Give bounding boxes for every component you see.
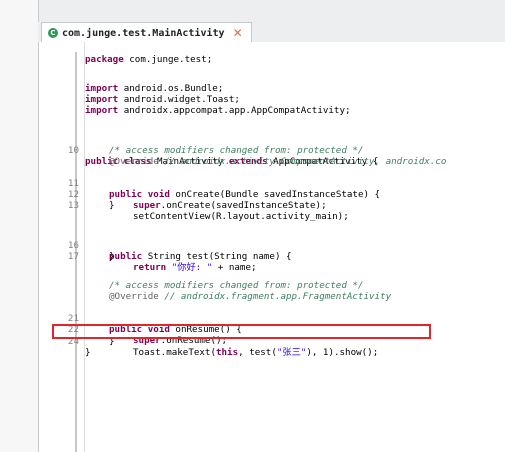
code-line: 16 public String test(String name) { (39, 229, 292, 262)
code-editor[interactable]: package com.junge.test; import android.o… (38, 42, 505, 452)
left-panel-strip (0, 0, 39, 452)
line-number: 13 (67, 200, 79, 211)
code-line: 12 super.onCreate(savedInstanceState); (39, 178, 327, 211)
class-c-icon: C (48, 28, 58, 38)
editor-tab-bar: C com.junge.test.MainActivity ✕ (38, 22, 505, 43)
code-line: 22 super.onResume(); (39, 313, 227, 346)
close-icon[interactable]: ✕ (233, 26, 243, 40)
line-number: 10 (67, 145, 79, 156)
code-line: 13 setContentView(R.layout.activity_main… (39, 189, 349, 222)
highlight-box (52, 324, 431, 339)
code-line: 17 return "你好: " + name; (39, 240, 257, 273)
code-line: 11 public void onCreate(Bundle savedInst… (39, 167, 380, 200)
editor-tab-mainactivity[interactable]: C com.junge.test.MainActivity ✕ (41, 22, 252, 43)
code-line: 21 public void onResume() { (39, 302, 242, 335)
code-line: 10 public class MainActivity extends App… (39, 134, 378, 167)
tab-title: com.junge.test.MainActivity (62, 27, 225, 39)
line-number: 17 (67, 251, 79, 262)
